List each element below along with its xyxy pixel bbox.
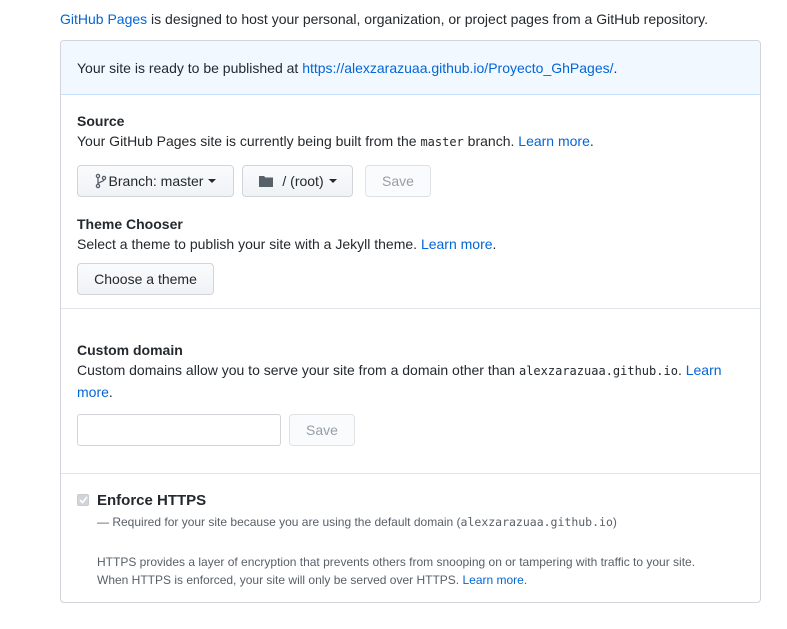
check-icon xyxy=(78,496,88,504)
source-description: Your GitHub Pages site is currently bein… xyxy=(77,133,594,149)
pages-settings-box: Your site is ready to be published at ht… xyxy=(60,40,761,603)
domain-code: alexzarazuaa.github.io xyxy=(518,364,678,378)
source-learn-more-link[interactable]: Learn more xyxy=(518,133,590,149)
publish-status-flash: Your site is ready to be published at ht… xyxy=(61,41,760,95)
source-save-button[interactable]: Save xyxy=(365,165,431,197)
theme-chooser-title: Theme Chooser xyxy=(77,216,183,232)
branch-select-button[interactable]: Branch: master xyxy=(77,165,234,197)
publish-status-text: Your site is ready to be published at xyxy=(77,60,303,76)
https-learn-more-link[interactable]: Learn more xyxy=(462,573,523,587)
site-url-link[interactable]: https://alexzarazuaa.github.io/Proyecto_… xyxy=(302,60,613,76)
folder-select-label: / (root) xyxy=(282,173,324,189)
theme-learn-more-link[interactable]: Learn more xyxy=(421,236,493,252)
theme-controls: Choose a theme xyxy=(77,263,744,295)
custom-domain-title: Custom domain xyxy=(77,342,183,358)
folder-select-button[interactable]: / (root) xyxy=(242,165,353,197)
folder-icon xyxy=(258,174,274,188)
choose-theme-button[interactable]: Choose a theme xyxy=(77,263,214,295)
source-section: Source Your GitHub Pages site is current… xyxy=(61,111,760,295)
branch-select-label: Branch: master xyxy=(108,173,204,189)
enforce-https-title: Enforce HTTPS xyxy=(97,492,207,509)
source-title: Source xyxy=(77,113,125,129)
domain-save-button[interactable]: Save xyxy=(289,414,355,446)
github-pages-link[interactable]: GitHub Pages xyxy=(60,11,147,27)
intro-text: GitHub Pages is designed to host your pe… xyxy=(60,10,708,28)
theme-chooser-description: Select a theme to publish your site with… xyxy=(77,236,497,252)
enforce-https-section: Enforce HTTPS — Required for your site b… xyxy=(61,491,760,589)
https-description-line-2: When HTTPS is enforced, your site will o… xyxy=(97,573,528,587)
enforce-https-checkbox[interactable] xyxy=(77,494,89,506)
custom-domain-controls: Save xyxy=(77,414,744,446)
https-required-note: — Required for your site because you are… xyxy=(97,515,617,529)
caret-down-icon xyxy=(328,179,337,183)
intro-description: is designed to host your personal, organ… xyxy=(147,11,708,27)
branch-code: master xyxy=(420,135,464,149)
https-domain-code: alexzarazuaa.github.io xyxy=(460,515,613,529)
https-description: HTTPS provides a layer of encryption tha… xyxy=(97,553,744,589)
custom-domain-section: Custom domain Custom domains allow you t… xyxy=(61,340,760,446)
section-divider xyxy=(61,473,760,474)
publish-status-suffix: . xyxy=(613,60,618,76)
https-description-line-1: HTTPS provides a layer of encryption tha… xyxy=(97,555,696,569)
custom-domain-description: Custom domains allow you to serve your s… xyxy=(77,362,722,400)
caret-down-icon xyxy=(208,179,217,183)
source-controls: Branch: master / (root) Save xyxy=(77,165,744,197)
custom-domain-input[interactable] xyxy=(77,414,281,446)
section-divider xyxy=(61,308,760,309)
git-branch-icon xyxy=(95,173,107,189)
